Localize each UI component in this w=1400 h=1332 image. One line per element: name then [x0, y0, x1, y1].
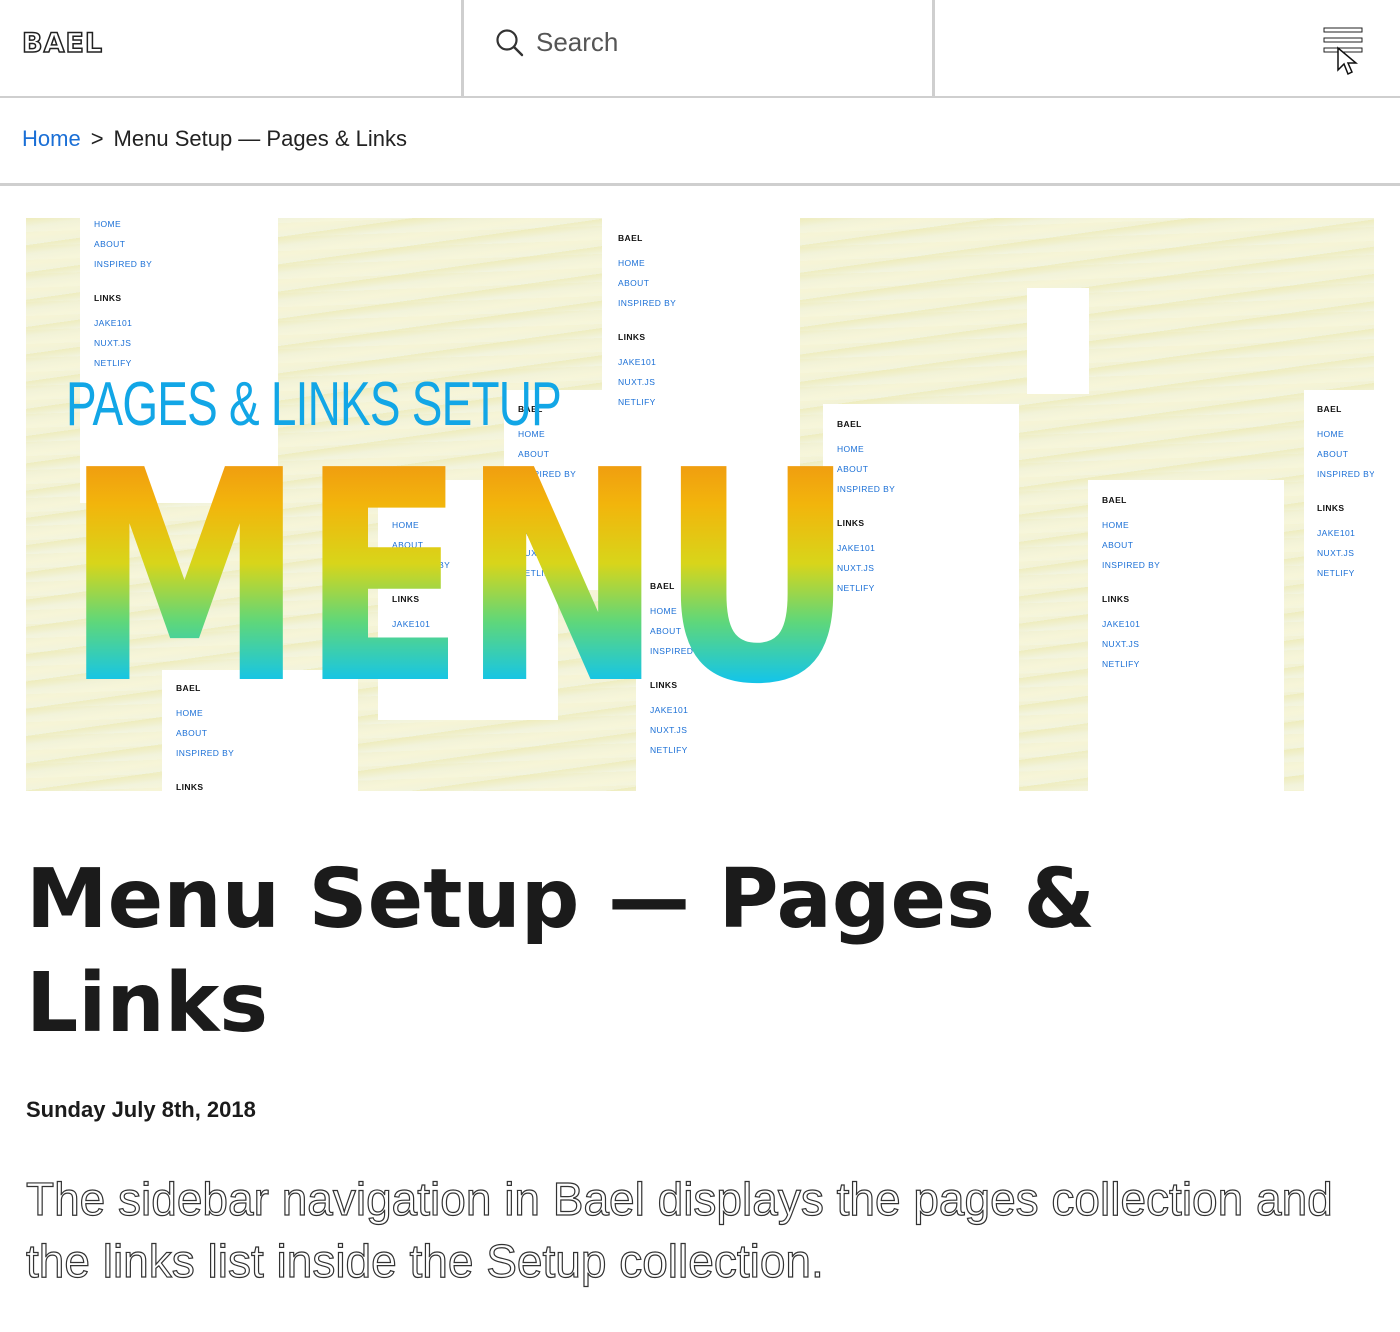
search-input[interactable] [536, 26, 896, 58]
search-bar[interactable] [494, 24, 914, 60]
search-icon[interactable] [494, 27, 524, 57]
intro-paragraph: The sidebar navigation in Bael displays … [25, 1172, 1333, 1287]
menu-panel [1027, 288, 1089, 394]
post-date: Sunday July 8th, 2018 [26, 1097, 256, 1122]
site-logo[interactable]: BAEL [21, 27, 103, 60]
page-title: Menu Setup — Pages & Links [26, 852, 1095, 1051]
menu-panel [823, 404, 1019, 791]
breadcrumb-current: Menu Setup — Pages & Links [113, 126, 408, 151]
hero-menu-word: MENU [64, 408, 855, 748]
breadcrumb: Home > Menu Setup — Pages & Links [22, 126, 407, 152]
site-header: BAEL [0, 0, 1400, 98]
header-divider [932, 0, 935, 96]
breadcrumb-home-link[interactable]: Home [22, 126, 81, 152]
hero-image: HOME ABOUT INSPIRED BY LINKS JAKE101 NUX… [26, 218, 1374, 791]
breadcrumb-separator: > [90, 126, 104, 151]
mouse-pointer-icon [1337, 46, 1358, 76]
header-divider [461, 0, 464, 96]
breadcrumb-divider [0, 183, 1400, 186]
